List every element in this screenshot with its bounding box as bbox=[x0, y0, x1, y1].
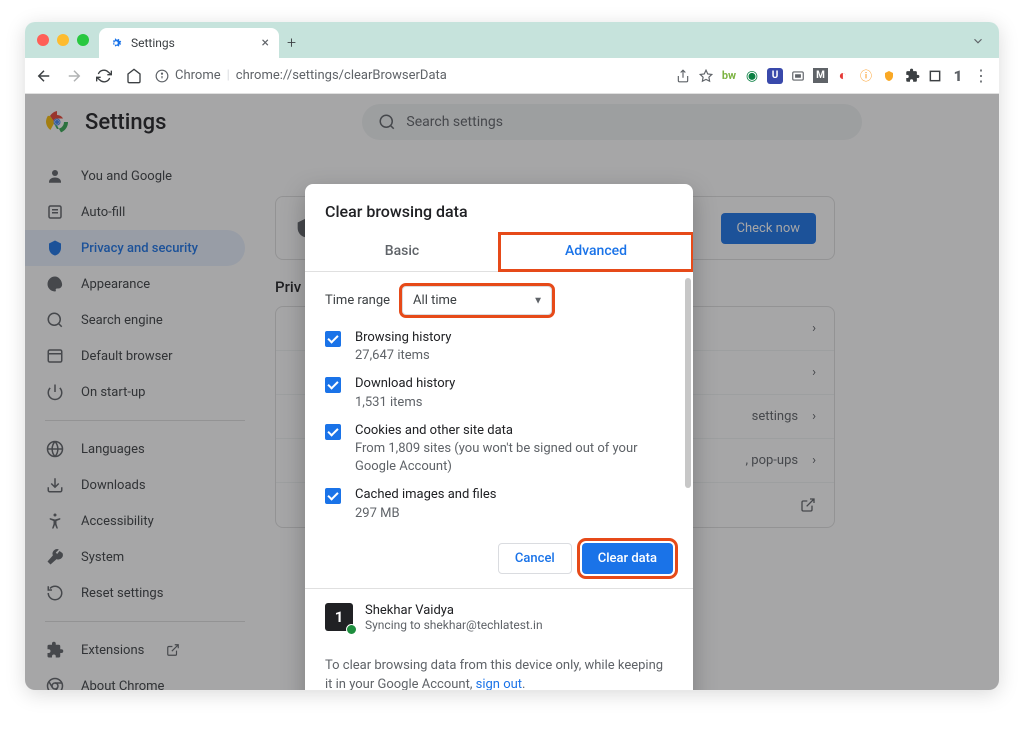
ext-icon[interactable]: bw bbox=[721, 68, 737, 84]
star-icon[interactable] bbox=[698, 68, 714, 84]
home-button[interactable] bbox=[125, 67, 143, 85]
clear-browsing-data-dialog: Clear browsing data Basic Advanced Time … bbox=[305, 184, 693, 690]
profile-avatar: 1 bbox=[325, 603, 353, 631]
ext-icon[interactable] bbox=[790, 68, 806, 84]
checkbox-row-download-history[interactable]: Download history1,531 items bbox=[325, 375, 673, 411]
tab-basic[interactable]: Basic bbox=[305, 233, 499, 271]
chevron-down-icon[interactable] bbox=[971, 34, 985, 48]
scrollbar-thumb[interactable] bbox=[685, 278, 691, 488]
dialog-note: To clear browsing data from this device … bbox=[305, 646, 693, 690]
reload-button[interactable] bbox=[95, 67, 113, 85]
cancel-button[interactable]: Cancel bbox=[498, 543, 572, 574]
time-range-select[interactable]: All time ▼ bbox=[402, 286, 552, 315]
ext-icon[interactable] bbox=[927, 68, 943, 84]
tab-advanced[interactable]: Advanced bbox=[499, 233, 693, 271]
tab-close-icon[interactable]: × bbox=[262, 35, 269, 51]
ext-icon[interactable]: ◐ bbox=[835, 68, 851, 84]
checkbox[interactable] bbox=[325, 331, 341, 347]
toolbar-extensions: bw ◉ U M ◐ ⓘ 1 ⋮ bbox=[675, 68, 989, 84]
ext-icon[interactable]: ◉ bbox=[744, 68, 760, 84]
extensions-icon[interactable] bbox=[904, 68, 920, 84]
clear-data-button[interactable]: Clear data bbox=[582, 543, 673, 574]
settings-favicon-icon bbox=[109, 36, 123, 50]
time-range-label: Time range bbox=[325, 293, 390, 308]
menu-icon[interactable]: ⋮ bbox=[973, 68, 989, 84]
new-tab-button[interactable]: + bbox=[287, 33, 296, 52]
dialog-title: Clear browsing data bbox=[305, 184, 693, 233]
tab-title: Settings bbox=[131, 36, 175, 50]
checkbox[interactable] bbox=[325, 488, 341, 504]
share-icon[interactable] bbox=[675, 68, 691, 84]
browser-tab[interactable]: Settings × bbox=[99, 28, 279, 58]
checkbox[interactable] bbox=[325, 424, 341, 440]
checkbox-row-browsing-history[interactable]: Browsing history27,647 items bbox=[325, 329, 673, 365]
checkbox-row-cookies[interactable]: Cookies and other site dataFrom 1,809 si… bbox=[325, 422, 673, 477]
back-button[interactable] bbox=[35, 67, 53, 85]
dropdown-arrow-icon: ▼ bbox=[533, 295, 543, 306]
checkbox-row-cached[interactable]: Cached images and files297 MB bbox=[325, 486, 673, 522]
ext-icon[interactable] bbox=[881, 68, 897, 84]
url-scheme: Chrome bbox=[175, 68, 221, 83]
close-window-button[interactable] bbox=[37, 34, 49, 46]
sign-out-link[interactable]: sign out bbox=[476, 677, 522, 690]
address-bar: Chrome | chrome://settings/clearBrowserD… bbox=[25, 58, 999, 94]
profile-name: Shekhar Vaidya bbox=[365, 603, 543, 618]
url-display[interactable]: Chrome | chrome://settings/clearBrowserD… bbox=[155, 68, 663, 83]
maximize-window-button[interactable] bbox=[77, 34, 89, 46]
ext-icon[interactable]: M bbox=[813, 68, 828, 83]
site-info-icon[interactable] bbox=[155, 69, 169, 83]
sync-status: Syncing to shekhar@techlatest.in bbox=[365, 618, 543, 632]
forward-button[interactable] bbox=[65, 67, 83, 85]
ext-icon[interactable]: U bbox=[767, 68, 783, 84]
checkbox[interactable] bbox=[325, 377, 341, 393]
traffic-lights bbox=[37, 34, 89, 46]
url-path: chrome://settings/clearBrowserData bbox=[236, 68, 447, 83]
window-titlebar: Settings × + bbox=[25, 22, 999, 58]
sync-badge-icon bbox=[346, 624, 357, 635]
sync-info: 1 Shekhar Vaidya Syncing to shekhar@tech… bbox=[305, 588, 693, 646]
profile-icon[interactable]: 1 bbox=[950, 68, 966, 84]
dialog-tabs: Basic Advanced bbox=[305, 233, 693, 272]
minimize-window-button[interactable] bbox=[57, 34, 69, 46]
ext-icon[interactable]: ⓘ bbox=[858, 68, 874, 84]
